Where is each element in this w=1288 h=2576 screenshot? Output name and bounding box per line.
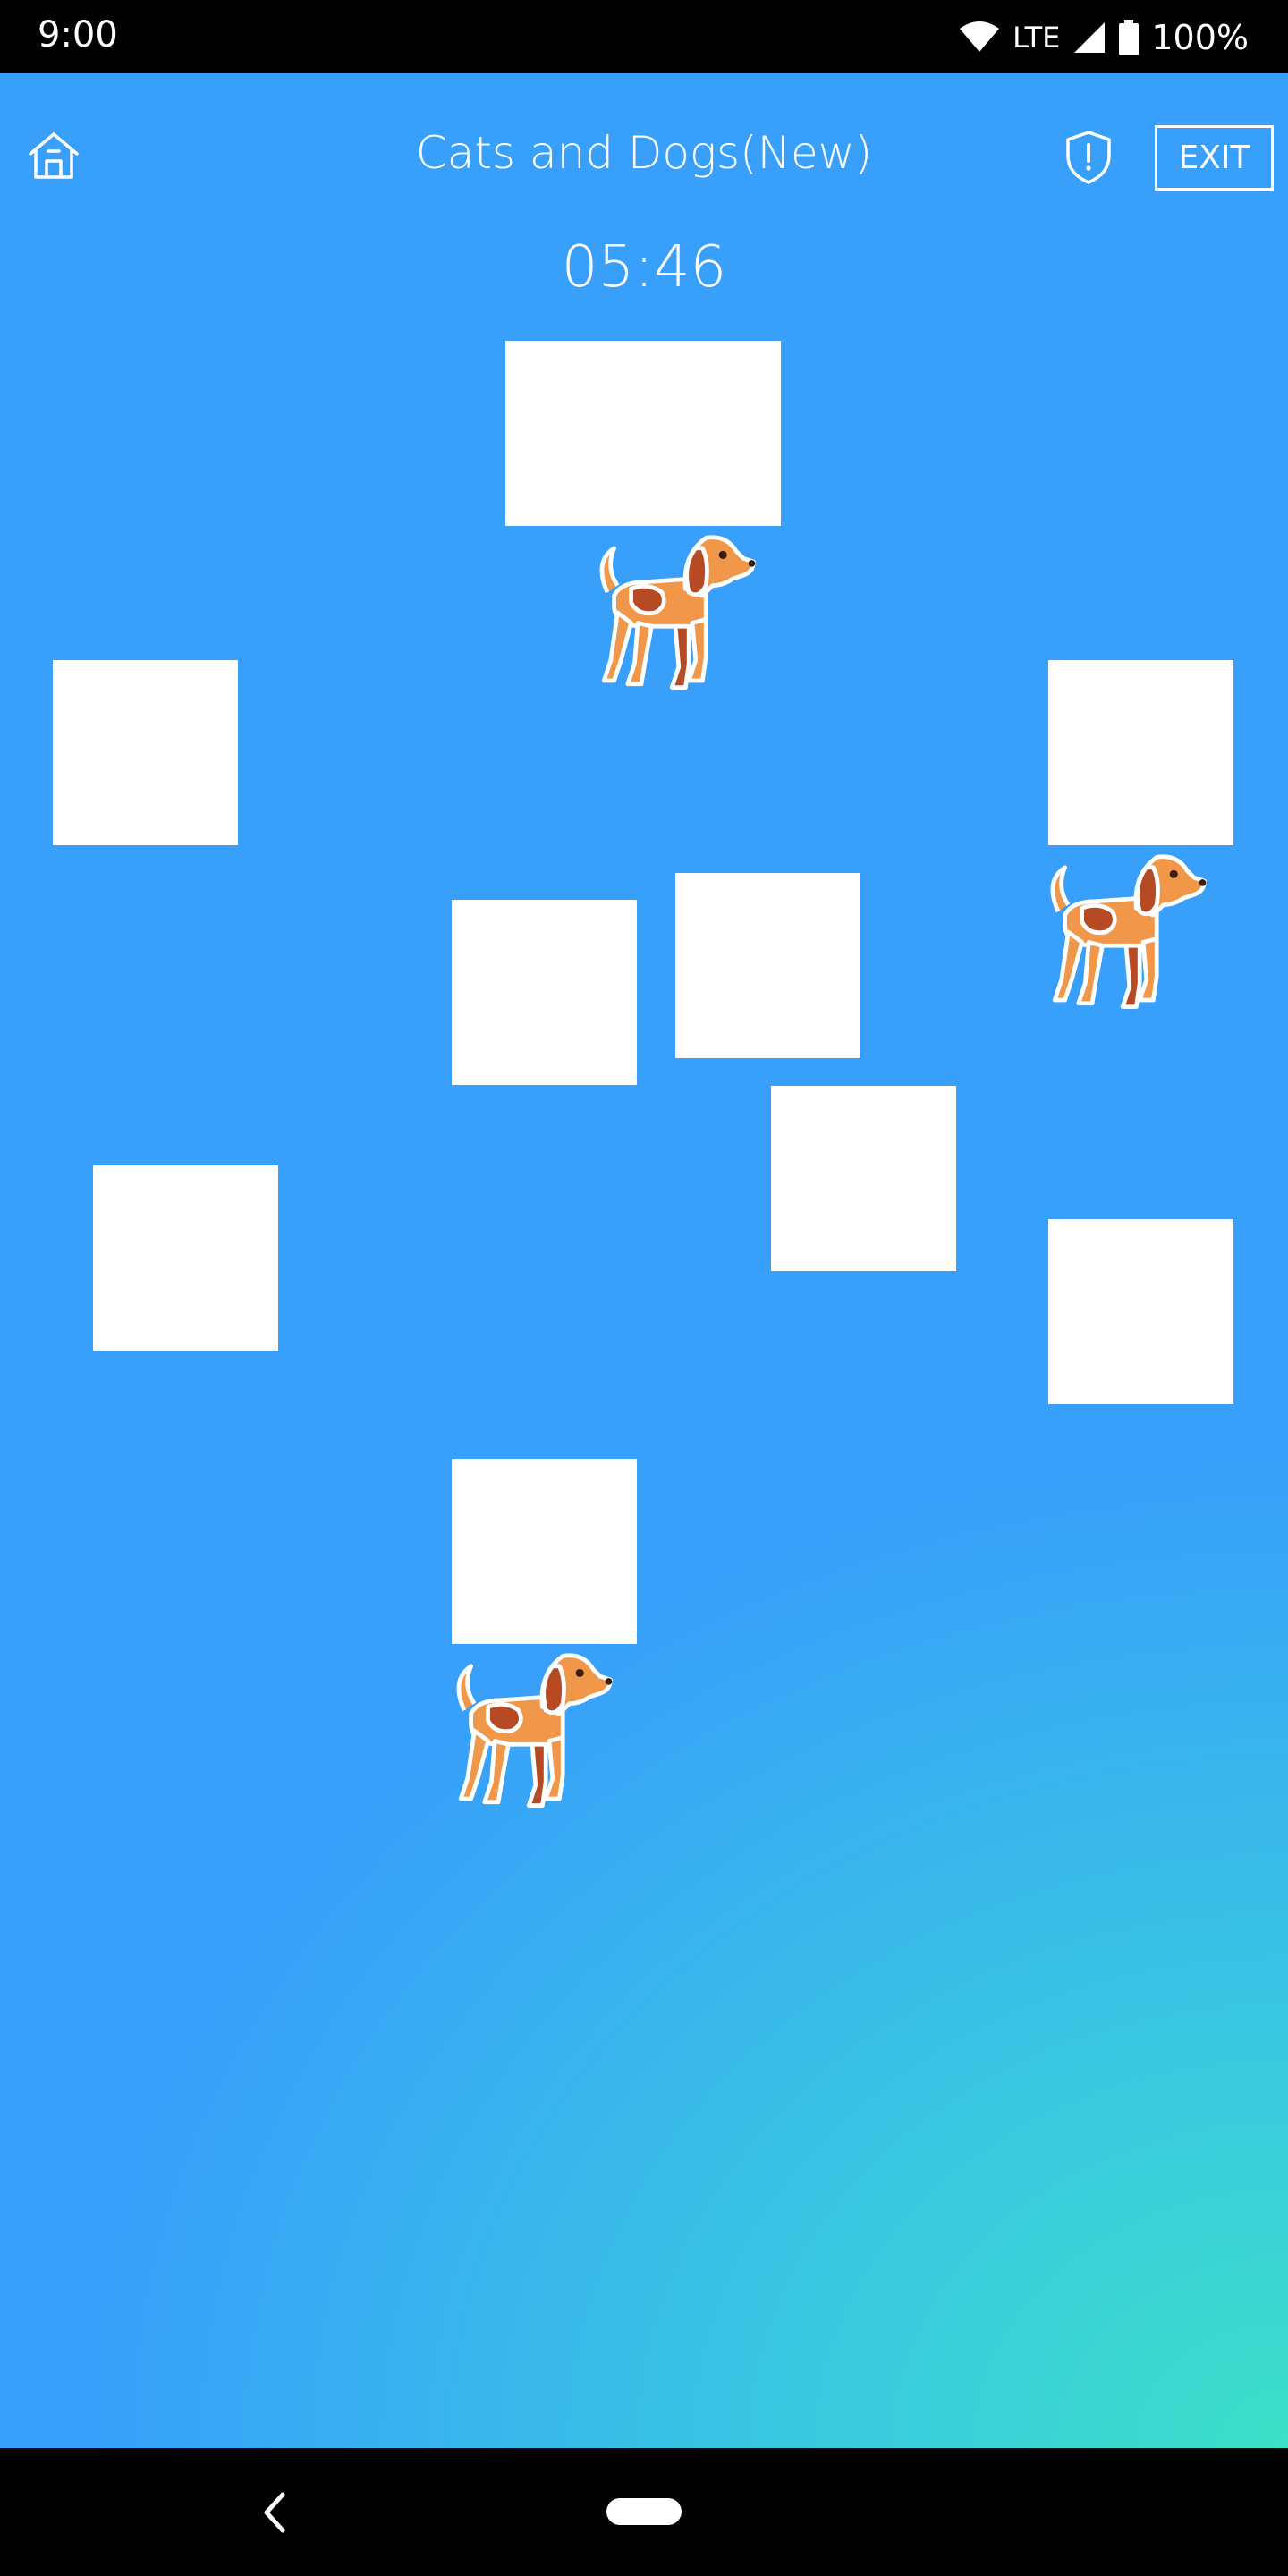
screen: 9:00 LTE 100% Cats and Dogs(New) EXIT 05… [0,0,1288,2576]
game-title: Cats and Dogs(New) [415,127,873,179]
shield-button[interactable] [1063,129,1114,186]
home-pill-icon[interactable] [606,2498,682,2525]
network-type: LTE [1013,21,1061,55]
memory-card[interactable] [505,341,781,526]
game-area: Cats and Dogs(New) EXIT 05:46 [0,73,1288,2448]
game-timer: 05:46 [561,234,727,301]
dog-icon[interactable] [1041,847,1211,1017]
memory-card[interactable] [1048,1219,1233,1404]
dog-icon[interactable] [447,1646,617,1816]
wifi-icon [960,21,1000,52]
home-icon [29,132,79,179]
signal-icon [1074,22,1106,53]
memory-card[interactable] [452,1459,637,1644]
battery-level: 100% [1151,18,1249,57]
memory-card[interactable] [771,1086,956,1271]
dog-icon[interactable] [590,528,760,698]
status-bar: 9:00 LTE 100% [0,0,1288,73]
memory-card[interactable] [675,873,860,1058]
memory-card[interactable] [1048,660,1233,845]
shield-alert-icon [1066,131,1111,184]
memory-card[interactable] [53,660,238,845]
status-time: 9:00 [38,14,118,55]
battery-icon [1119,20,1140,55]
exit-button[interactable]: EXIT [1155,125,1274,191]
status-icons: LTE 100% [959,13,1249,63]
game-header: Cats and Dogs(New) EXIT [0,73,1288,234]
memory-card[interactable] [93,1165,278,1351]
home-button[interactable] [25,127,82,184]
navigation-bar [0,2448,1288,2576]
back-chevron-icon[interactable] [259,2487,290,2538]
memory-card[interactable] [452,900,637,1085]
